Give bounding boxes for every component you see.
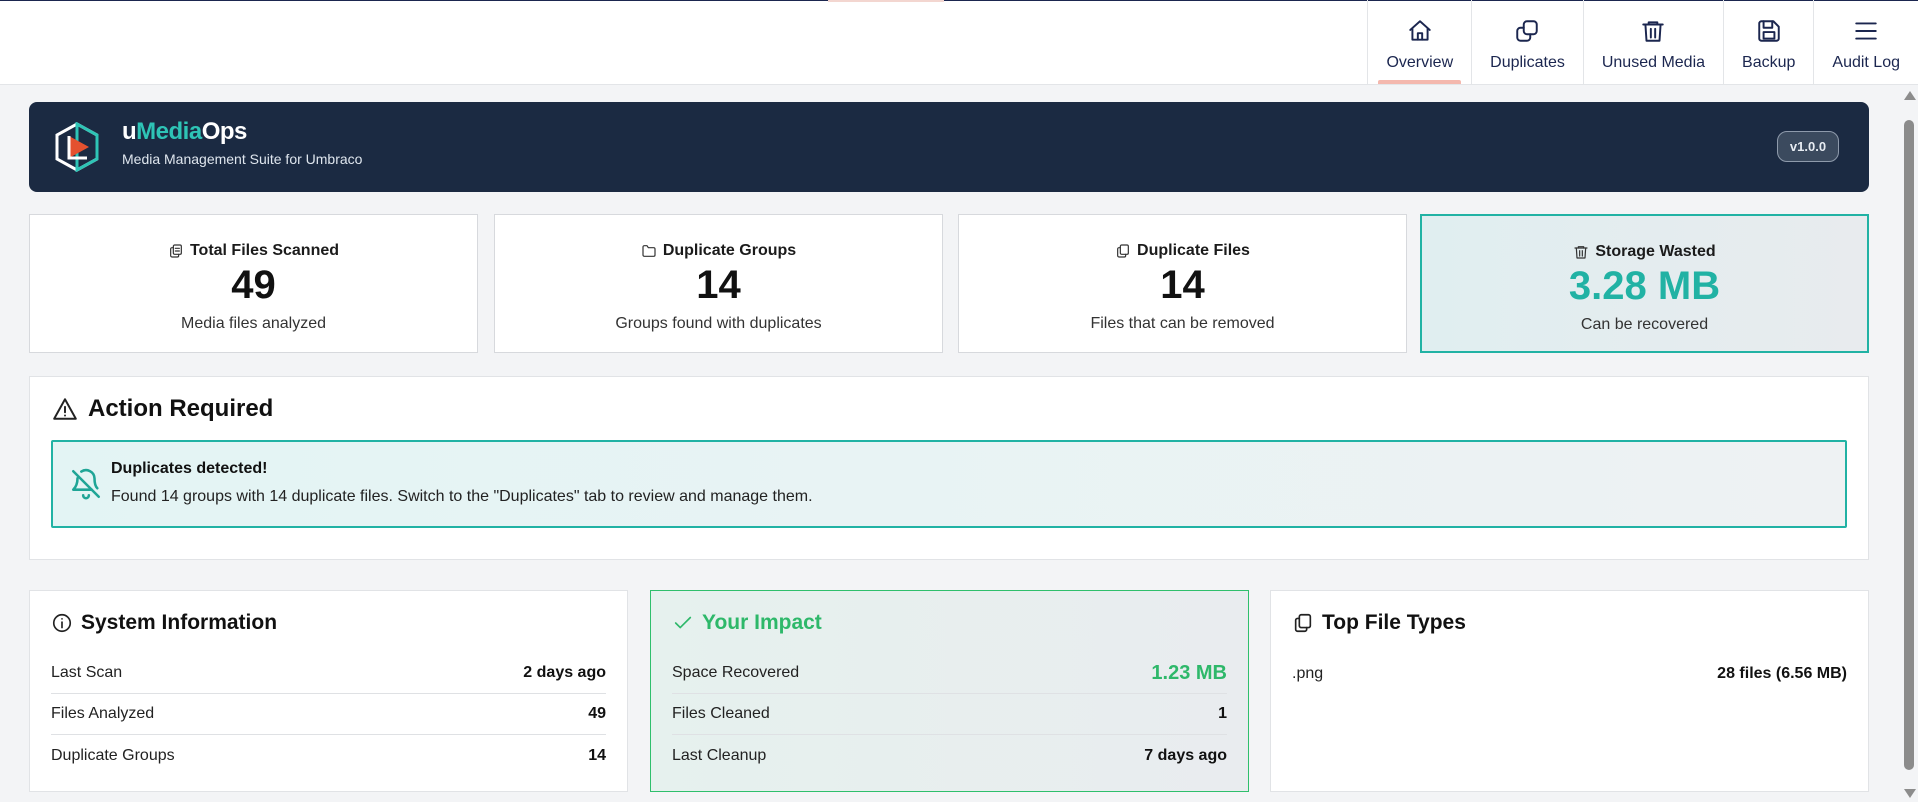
- panel-title: System Information: [51, 611, 277, 635]
- impact-rows: Space Recovered 1.23 MB Files Cleaned 1 La…: [672, 653, 1227, 776]
- row-label: Duplicate Groups: [51, 746, 175, 764]
- row-value: 49: [588, 705, 606, 722]
- warning-icon: [53, 398, 77, 420]
- tab-label: Unused Media: [1601, 54, 1706, 71]
- copy-icon: [1117, 244, 1129, 258]
- app-title-prefix: u: [122, 118, 137, 145]
- row-label: Files Cleaned: [672, 705, 770, 722]
- system-information-panel: System Information Last Scan 2 days ago F…: [29, 590, 628, 792]
- filetype-row: .png 28 files (6.56 MB): [1292, 653, 1847, 694]
- stat-header: Duplicate Files: [959, 242, 1406, 260]
- info-row: Duplicate Groups 14: [51, 735, 606, 776]
- stat-description: Files that can be removed: [1090, 315, 1275, 332]
- top-file-types-panel: Top File Types .png 28 files (6.56 MB): [1270, 590, 1869, 792]
- your-impact-panel: Your Impact Space Recovered 1.23 MB Files…: [650, 590, 1249, 792]
- scroll-thumb[interactable]: [1904, 120, 1914, 770]
- stat-description: Groups found with duplicates: [615, 315, 822, 332]
- info-row: Files Analyzed 49: [51, 694, 606, 735]
- loading-accent: [828, 0, 944, 2]
- stat-value: 14: [1160, 263, 1205, 307]
- stat-title: Duplicate Files: [1137, 242, 1250, 259]
- app-subtitle: Media Management Suite for Umbraco: [122, 151, 363, 167]
- row-label: Last Cleanup: [672, 746, 767, 764]
- info-icon: [52, 613, 72, 633]
- stat-description: Can be recovered: [1580, 316, 1709, 333]
- tab-audit-log[interactable]: Audit Log: [1813, 0, 1918, 84]
- stat-card-duplicate-groups: Duplicate Groups 14 Groups found with du…: [494, 214, 943, 353]
- row-value: 14: [588, 746, 606, 764]
- files-icon: [170, 244, 182, 258]
- stat-header: Duplicate Groups: [495, 242, 942, 260]
- row-value: 28 files (6.56 MB): [1717, 664, 1847, 682]
- tab-overview[interactable]: Overview: [1367, 0, 1471, 84]
- stat-title: Duplicate Groups: [662, 242, 797, 259]
- impact-row: Space Recovered 1.23 MB: [672, 653, 1227, 694]
- app-title-accent: Media: [136, 118, 202, 145]
- tab-unused-media[interactable]: Unused Media: [1582, 0, 1723, 84]
- tab-duplicates[interactable]: Duplicates: [1471, 0, 1583, 84]
- tab-backup[interactable]: Backup: [1723, 0, 1813, 84]
- trash-icon: [1638, 16, 1668, 46]
- row-value: 1.23 MB: [1151, 661, 1227, 684]
- stat-card-storage-wasted: Storage Wasted 3.28 MB Can be recovered: [1420, 214, 1869, 353]
- tab-label: Audit Log: [1832, 54, 1900, 71]
- scroll-up-arrow-icon[interactable]: [1904, 91, 1916, 100]
- stat-value: 49: [231, 263, 276, 307]
- row-value: 7 days ago: [1144, 746, 1227, 764]
- panel-title: Top File Types: [1292, 611, 1466, 635]
- stat-card-total-files: Total Files Scanned 49 Media files analy…: [29, 214, 478, 353]
- trash-icon: [1574, 246, 1588, 259]
- stat-description: Media files analyzed: [181, 315, 326, 332]
- top-navigation-bar: Overview Duplicates Unused Media Backup …: [0, 0, 1918, 85]
- tab-label: Duplicates: [1490, 54, 1565, 71]
- version-badge: v1.0.0: [1777, 131, 1839, 162]
- save-icon: [1754, 16, 1784, 46]
- alert-title: Duplicates detected!: [111, 460, 268, 477]
- tab-label: Overview: [1386, 54, 1454, 71]
- row-label: Last Scan: [51, 664, 123, 681]
- info-row: Last Scan 2 days ago: [51, 653, 606, 694]
- app-title: uMediaOps: [122, 118, 247, 146]
- home-icon: [1405, 16, 1435, 46]
- action-title: Action Required: [52, 395, 273, 423]
- menu-icon: [1851, 16, 1881, 46]
- duplicates-alert: Duplicates detected! Found 14 groups wit…: [51, 440, 1847, 528]
- stat-card-duplicate-files: Duplicate Files 14 Files that can be rem…: [958, 214, 1407, 353]
- row-label: .png: [1292, 664, 1324, 682]
- bell-off-icon: [69, 467, 103, 501]
- action-title-text: Action Required: [88, 395, 274, 422]
- app-title-suffix: Ops: [201, 118, 248, 145]
- panel-title-text: Your Impact: [702, 611, 822, 634]
- alert-message: Found 14 groups with 14 duplicate files.…: [111, 488, 813, 505]
- umediaops-logo-icon: [55, 122, 99, 172]
- folder-icon: [642, 245, 656, 257]
- filetype-rows: .png 28 files (6.56 MB): [1292, 653, 1847, 694]
- tab-label: Backup: [1742, 54, 1796, 71]
- stat-header: Total Files Scanned: [30, 242, 477, 260]
- action-required-panel: Action Required Duplicates detected! Fou…: [29, 376, 1869, 560]
- impact-row: Last Cleanup 7 days ago: [672, 735, 1227, 776]
- stat-value: 14: [696, 263, 741, 307]
- stat-header: Storage Wasted: [1422, 243, 1867, 261]
- row-label: Files Analyzed: [51, 705, 155, 722]
- panel-title: Your Impact: [672, 611, 822, 635]
- panel-title-text: System Information: [81, 611, 278, 634]
- check-icon: [674, 616, 692, 629]
- copy-icon: [1512, 16, 1542, 46]
- scroll-down-arrow-icon[interactable]: [1904, 789, 1916, 798]
- stat-title: Storage Wasted: [1595, 243, 1716, 260]
- row-label: Space Recovered: [672, 664, 800, 681]
- stat-value: 3.28 MB: [1568, 264, 1721, 308]
- row-value: 2 days ago: [523, 664, 606, 681]
- files-icon: [1294, 613, 1312, 633]
- panel-title-text: Top File Types: [1322, 611, 1466, 634]
- stat-title: Total Files Scanned: [189, 242, 340, 259]
- row-value: 1: [1218, 705, 1227, 722]
- tab-bar: Overview Duplicates Unused Media Backup …: [1367, 0, 1918, 84]
- vertical-scrollbar[interactable]: [1900, 85, 1918, 802]
- info-rows: Last Scan 2 days ago Files Analyzed 49 Dup…: [51, 653, 606, 776]
- brand-header: uMediaOps Media Management Suite for Umb…: [29, 102, 1869, 192]
- impact-row: Files Cleaned 1: [672, 694, 1227, 735]
